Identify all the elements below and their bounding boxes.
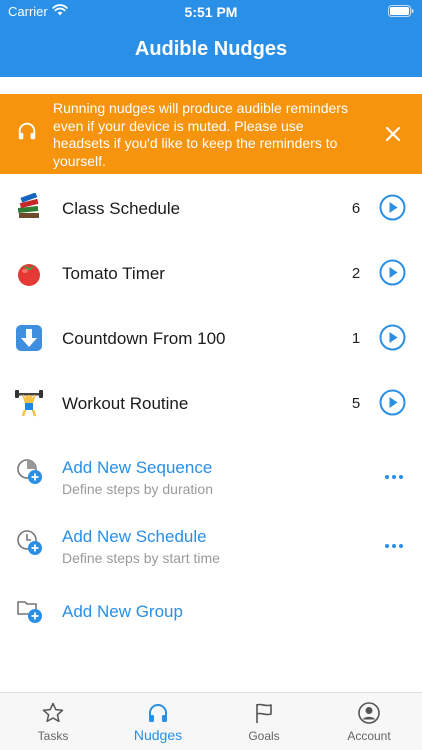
battery-icon (388, 5, 414, 17)
header: Carrier 5:51 PM Audible Nudges (0, 0, 422, 77)
step-count: 6 (351, 200, 361, 217)
clock: 5:51 PM (184, 4, 238, 20)
nudge-row-tomato-timer[interactable]: Tomato Timer 2 (0, 243, 422, 303)
add-schedule-title: Add New Schedule (62, 527, 207, 546)
tab-label: Goals (248, 729, 280, 743)
add-schedule-subtitle: Define steps by start time (62, 550, 220, 566)
more-icon[interactable] (383, 472, 405, 482)
tab-label: Nudges (133, 727, 183, 743)
tab-nudges[interactable]: Nudges (105, 693, 211, 750)
person-circle-icon (358, 702, 380, 724)
nudge-label: Countdown From 100 (62, 329, 226, 348)
nudge-row-countdown[interactable]: Countdown From 100 1 (0, 308, 422, 368)
step-count: 5 (351, 395, 361, 412)
status-bar: Carrier 5:51 PM (0, 0, 422, 24)
add-sequence-title: Add New Sequence (62, 458, 213, 477)
more-icon[interactable] (383, 541, 405, 551)
add-group-title: Add New Group (62, 602, 183, 621)
headphones-icon (149, 704, 167, 722)
play-button[interactable] (379, 389, 406, 416)
page-title: Audible Nudges (134, 38, 288, 60)
tab-goals[interactable]: Goals (211, 693, 317, 750)
books-icon (14, 192, 44, 223)
headphones-icon (18, 122, 36, 140)
tab-label: Tasks (37, 729, 69, 743)
step-count: 2 (351, 265, 361, 282)
nudge-label: Tomato Timer (62, 264, 165, 283)
tab-account[interactable]: Account (316, 693, 422, 750)
add-group-icon (17, 601, 42, 623)
tomato-icon (14, 258, 44, 288)
add-sequence-subtitle: Define steps by duration (62, 481, 213, 497)
add-new-schedule[interactable]: Add New Schedule Define steps by start t… (0, 515, 422, 575)
play-button[interactable] (379, 259, 406, 286)
add-schedule-icon (17, 530, 42, 555)
weightlifter-icon (14, 388, 44, 418)
close-icon[interactable] (381, 122, 405, 146)
add-sequence-icon (17, 459, 42, 484)
warning-banner: Running nudges will produce audible remi… (0, 94, 422, 174)
nudge-row-class-schedule[interactable]: Class Schedule 6 (0, 178, 422, 238)
tab-bar: Tasks Nudges Goals Account (0, 692, 422, 750)
banner-text: Running nudges will produce audible remi… (53, 100, 348, 169)
add-new-group[interactable]: Add New Group (0, 590, 422, 634)
nudge-label: Class Schedule (62, 199, 181, 218)
star-icon (42, 702, 64, 723)
add-new-sequence[interactable]: Add New Sequence Define steps by duratio… (0, 446, 422, 506)
nudge-row-workout[interactable]: Workout Routine 5 (0, 373, 422, 433)
flag-icon (256, 703, 272, 723)
tab-tasks[interactable]: Tasks (0, 693, 106, 750)
nudge-label: Workout Routine (62, 394, 189, 413)
step-count: 1 (351, 330, 361, 347)
down-arrow-icon (14, 323, 44, 353)
tab-label: Account (347, 729, 391, 743)
play-button[interactable] (379, 194, 406, 221)
play-button[interactable] (379, 324, 406, 351)
